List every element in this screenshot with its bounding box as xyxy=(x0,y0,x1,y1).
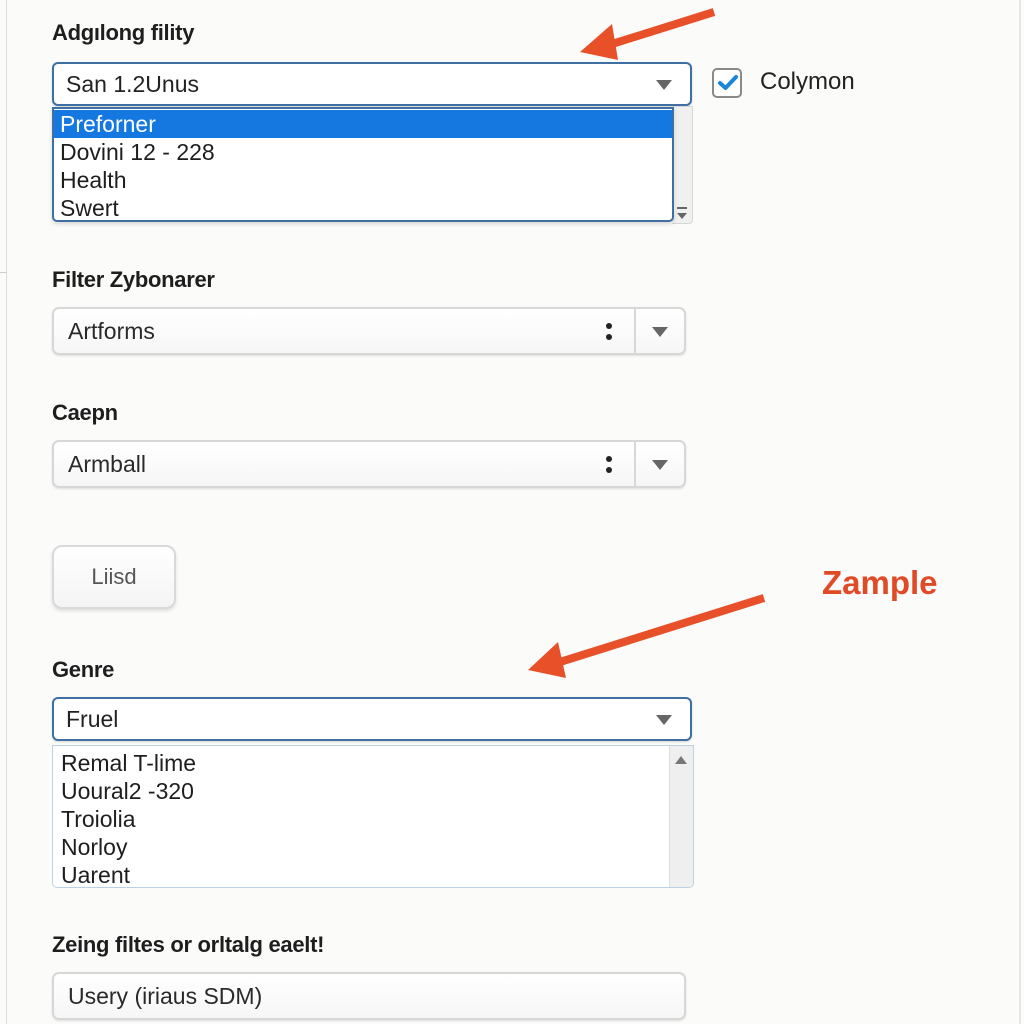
page-left-tick xyxy=(0,272,7,273)
chevron-down-icon[interactable] xyxy=(656,715,672,725)
list-option[interactable]: Uoural2 -320 xyxy=(53,777,693,805)
section2-label: Filter Zybonarer xyxy=(52,267,215,292)
section2-combo[interactable]: Artforms xyxy=(52,307,686,355)
genre-label: Genre xyxy=(52,657,115,682)
combo-divider xyxy=(634,309,636,353)
liisd-button[interactable]: Liisd xyxy=(52,545,176,609)
page-right-border xyxy=(1019,0,1021,1024)
genre-select[interactable]: Fruel xyxy=(52,697,692,741)
section1-select-value: San 1.2Unus xyxy=(66,70,199,97)
list-option[interactable]: Health xyxy=(54,166,672,194)
section1-listbox[interactable]: Preforner Dovini 12 - 228 Health Swert xyxy=(52,107,674,222)
section1-scrollbar[interactable] xyxy=(672,106,693,224)
annotation-arrow-bottom xyxy=(528,594,766,678)
genre-listbox[interactable]: Remal T-lime Uoural2 -320 Troiolia Norlo… xyxy=(52,745,694,888)
page-left-border xyxy=(6,0,7,1024)
chevron-down-icon[interactable] xyxy=(656,80,672,90)
more-options-icon[interactable] xyxy=(606,456,612,474)
scroll-grip-icon xyxy=(677,207,687,209)
list-option[interactable]: Uarent xyxy=(53,861,693,889)
footer-field-label: Zeing filtes or orltalg eaelt! xyxy=(52,932,325,957)
list-option[interactable]: Dovini 12 - 228 xyxy=(54,138,672,166)
section3-combo[interactable]: Armball xyxy=(52,440,686,488)
genre-scrollbar[interactable] xyxy=(669,746,693,887)
list-option[interactable]: Remal T-lime xyxy=(53,749,693,777)
list-option[interactable]: Troiolia xyxy=(53,805,693,833)
combo-divider xyxy=(634,442,636,486)
more-options-icon[interactable] xyxy=(606,323,612,341)
colymon-checkbox-label[interactable]: Colymon xyxy=(760,68,855,96)
colymon-checkbox[interactable] xyxy=(712,68,742,98)
section1-select[interactable]: San 1.2Unus xyxy=(52,62,692,106)
scroll-up-icon[interactable] xyxy=(675,756,687,764)
list-option[interactable]: Preforner xyxy=(54,110,672,138)
section3-label: Caepn xyxy=(52,400,118,425)
genre-select-value: Fruel xyxy=(66,705,119,732)
annotation-arrow-top xyxy=(580,8,716,60)
footer-text-input[interactable]: Usery (iriaus SDM) xyxy=(52,972,686,1020)
section3-value: Armball xyxy=(68,451,146,477)
annotation-label: Zample xyxy=(822,564,938,601)
chevron-down-icon[interactable] xyxy=(652,327,668,337)
scroll-down-icon[interactable] xyxy=(677,213,687,219)
checkmark-icon xyxy=(718,75,738,90)
section2-value: Artforms xyxy=(68,318,155,344)
section1-label: Adgılong fility xyxy=(52,20,195,45)
chevron-down-icon[interactable] xyxy=(652,460,668,470)
list-option[interactable]: Swert xyxy=(54,194,672,222)
list-option[interactable]: Norloy xyxy=(53,833,693,861)
